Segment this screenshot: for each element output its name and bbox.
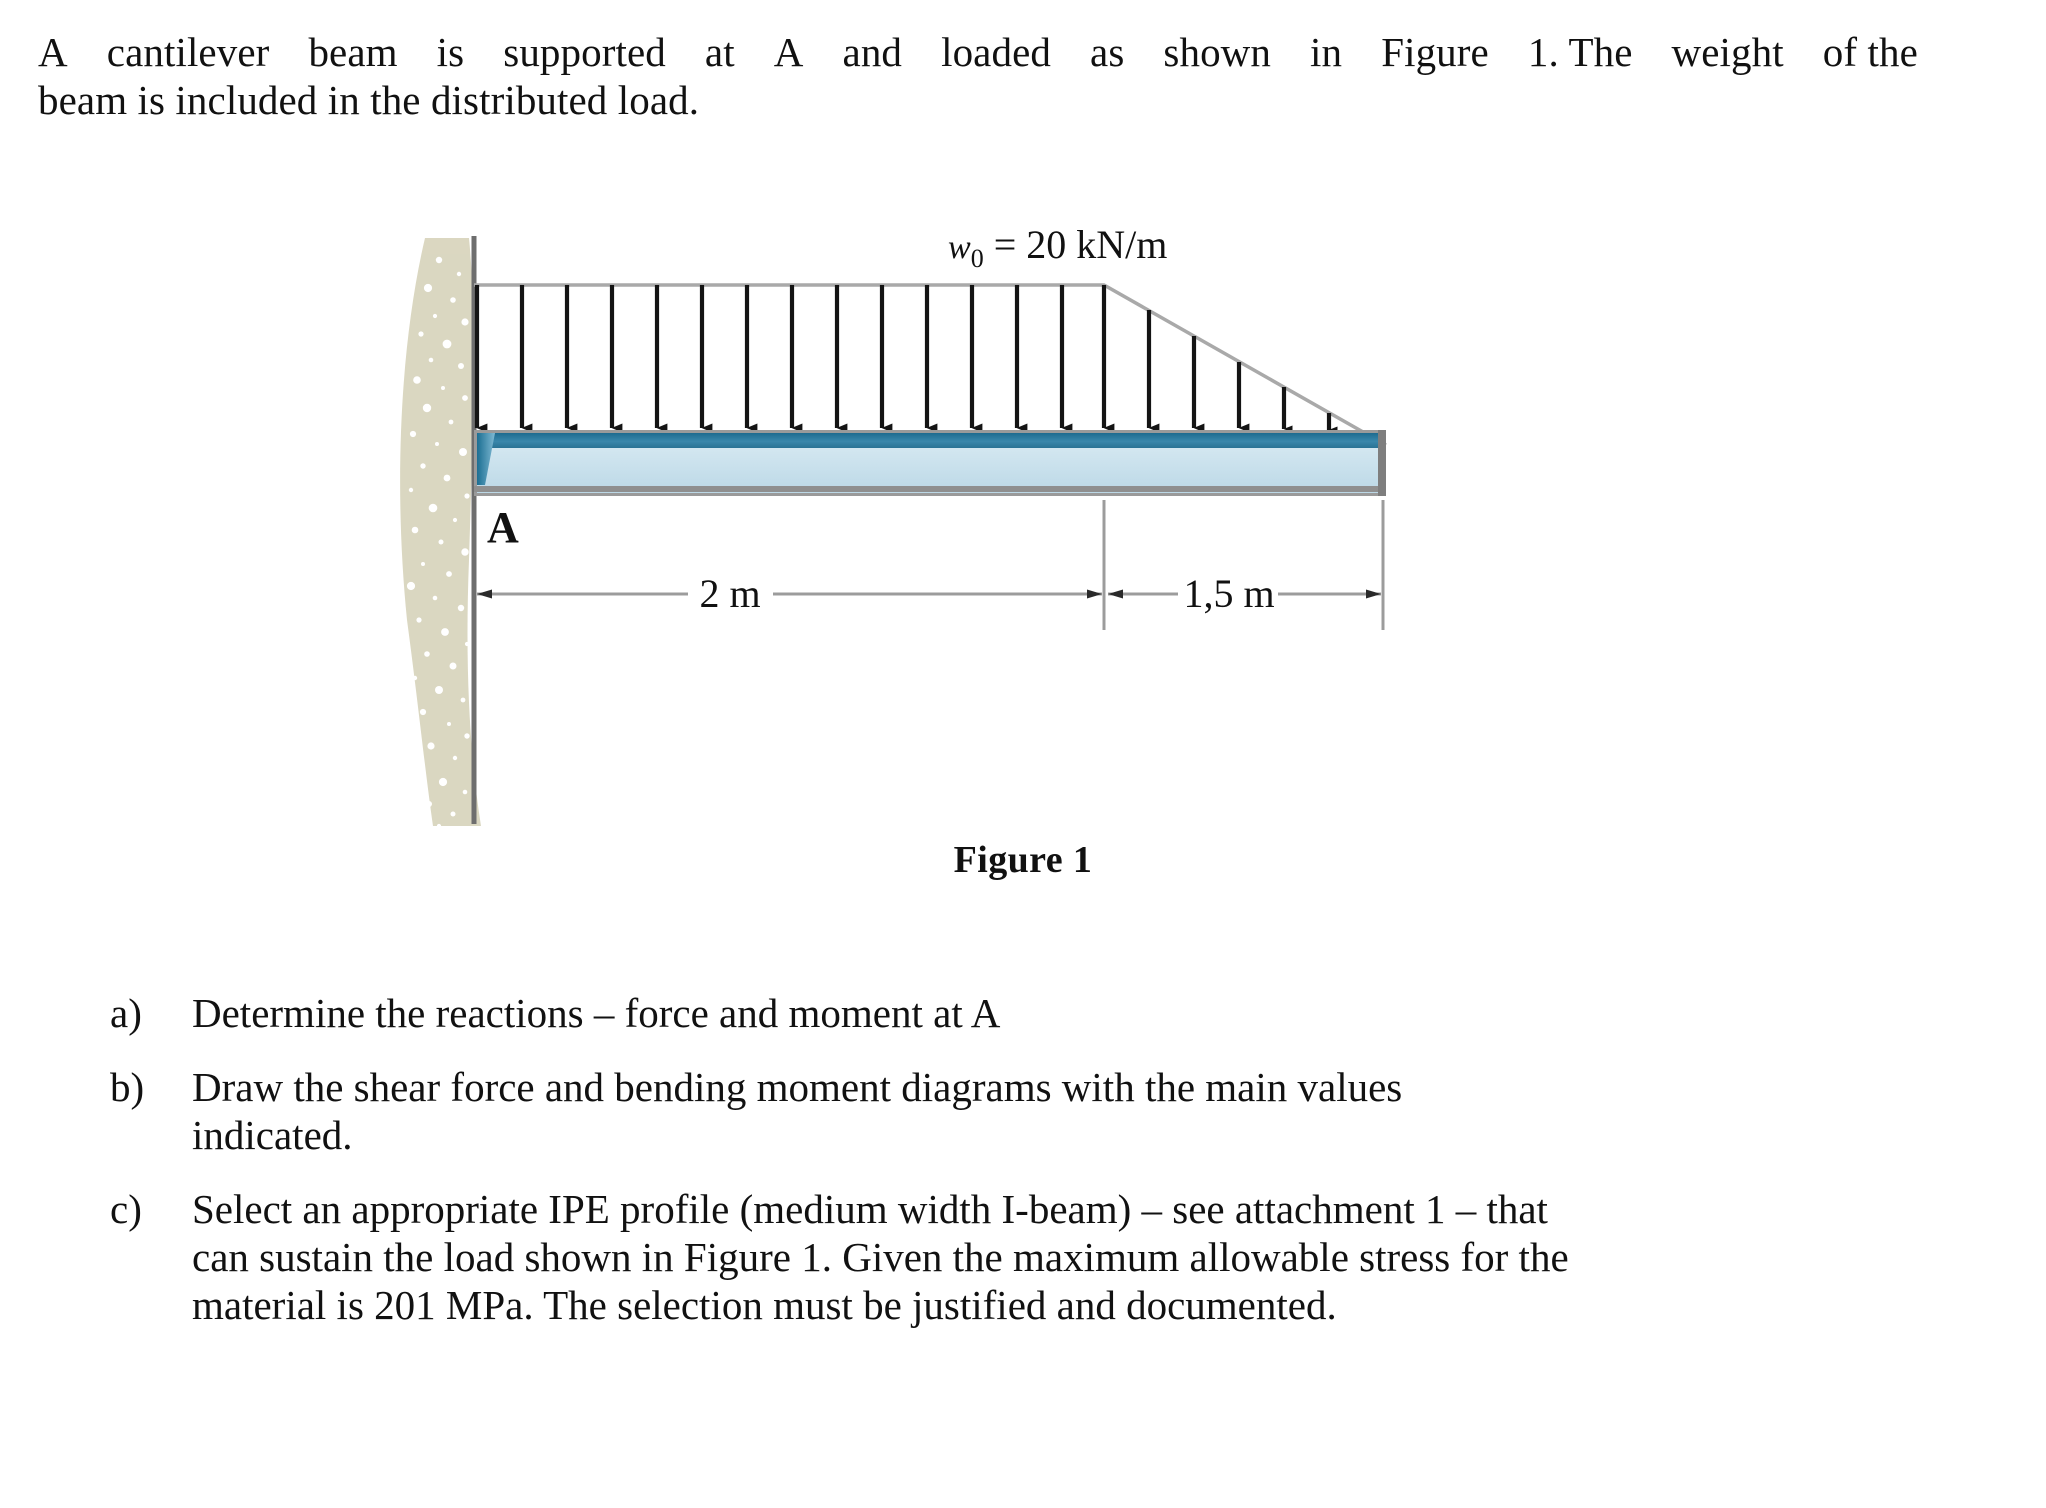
question-body-b: Draw the shear force and bending moment … [192,1064,1970,1160]
dimension-1-5m-label: 1,5 m [1183,571,1274,616]
question-c-line-2: can sustain the load shown in Figure 1. … [192,1233,1569,1280]
distributed-load-arrows-uniform [474,285,1115,433]
problem-statement-line-1: A cantilever beam is supported at A and … [38,29,1918,75]
question-c-line-1: Select an appropriate IPE profile (mediu… [192,1185,1548,1232]
dimension-2m-label: 2 m [699,571,760,616]
question-item-b: b) Draw the shear force and bending mome… [110,1064,1970,1160]
question-list: a) Determine the reactions – force and m… [110,990,1970,1356]
question-a-line-1: Determine the reactions – force and mome… [192,990,1001,1036]
question-body-c: Select an appropriate IPE profile (mediu… [192,1186,1970,1330]
problem-statement-line-2: beam is included in the distributed load… [38,77,700,124]
problem-statement: A cantilever beam is supported at A and … [38,28,1946,125]
beam-diagram: A w0 = 20 kN/m 2 m 1,5 m [400,230,1387,829]
figure-caption: Figure 1 [953,839,1093,881]
question-item-a: a) Determine the reactions – force and m… [110,990,1970,1038]
question-marker-b: b) [110,1063,145,1110]
support-label-a: A [487,503,519,552]
question-c-line-3: material is 201 MPa. The selection must … [192,1281,1337,1328]
question-marker-c: c) [110,1185,142,1232]
dimension-2m: 2 m [477,571,1102,616]
question-marker-a: a) [110,990,142,1036]
question-b-line-2: indicated. [192,1111,353,1158]
figure-1: A w0 = 20 kN/m 2 m 1,5 m Figure 1 [0,230,2046,900]
question-body-a: Determine the reactions – force and mome… [192,990,1970,1038]
dimension-1-5m: 1,5 m [1108,571,1381,616]
beam [474,430,1386,496]
question-b-line-1: Draw the shear force and bending moment … [192,1063,1403,1110]
load-magnitude-label: w0 = 20 kN/m [948,230,1167,273]
question-item-c: c) Select an appropriate IPE profile (me… [110,1186,1970,1330]
wall-support-hatching [400,238,481,829]
